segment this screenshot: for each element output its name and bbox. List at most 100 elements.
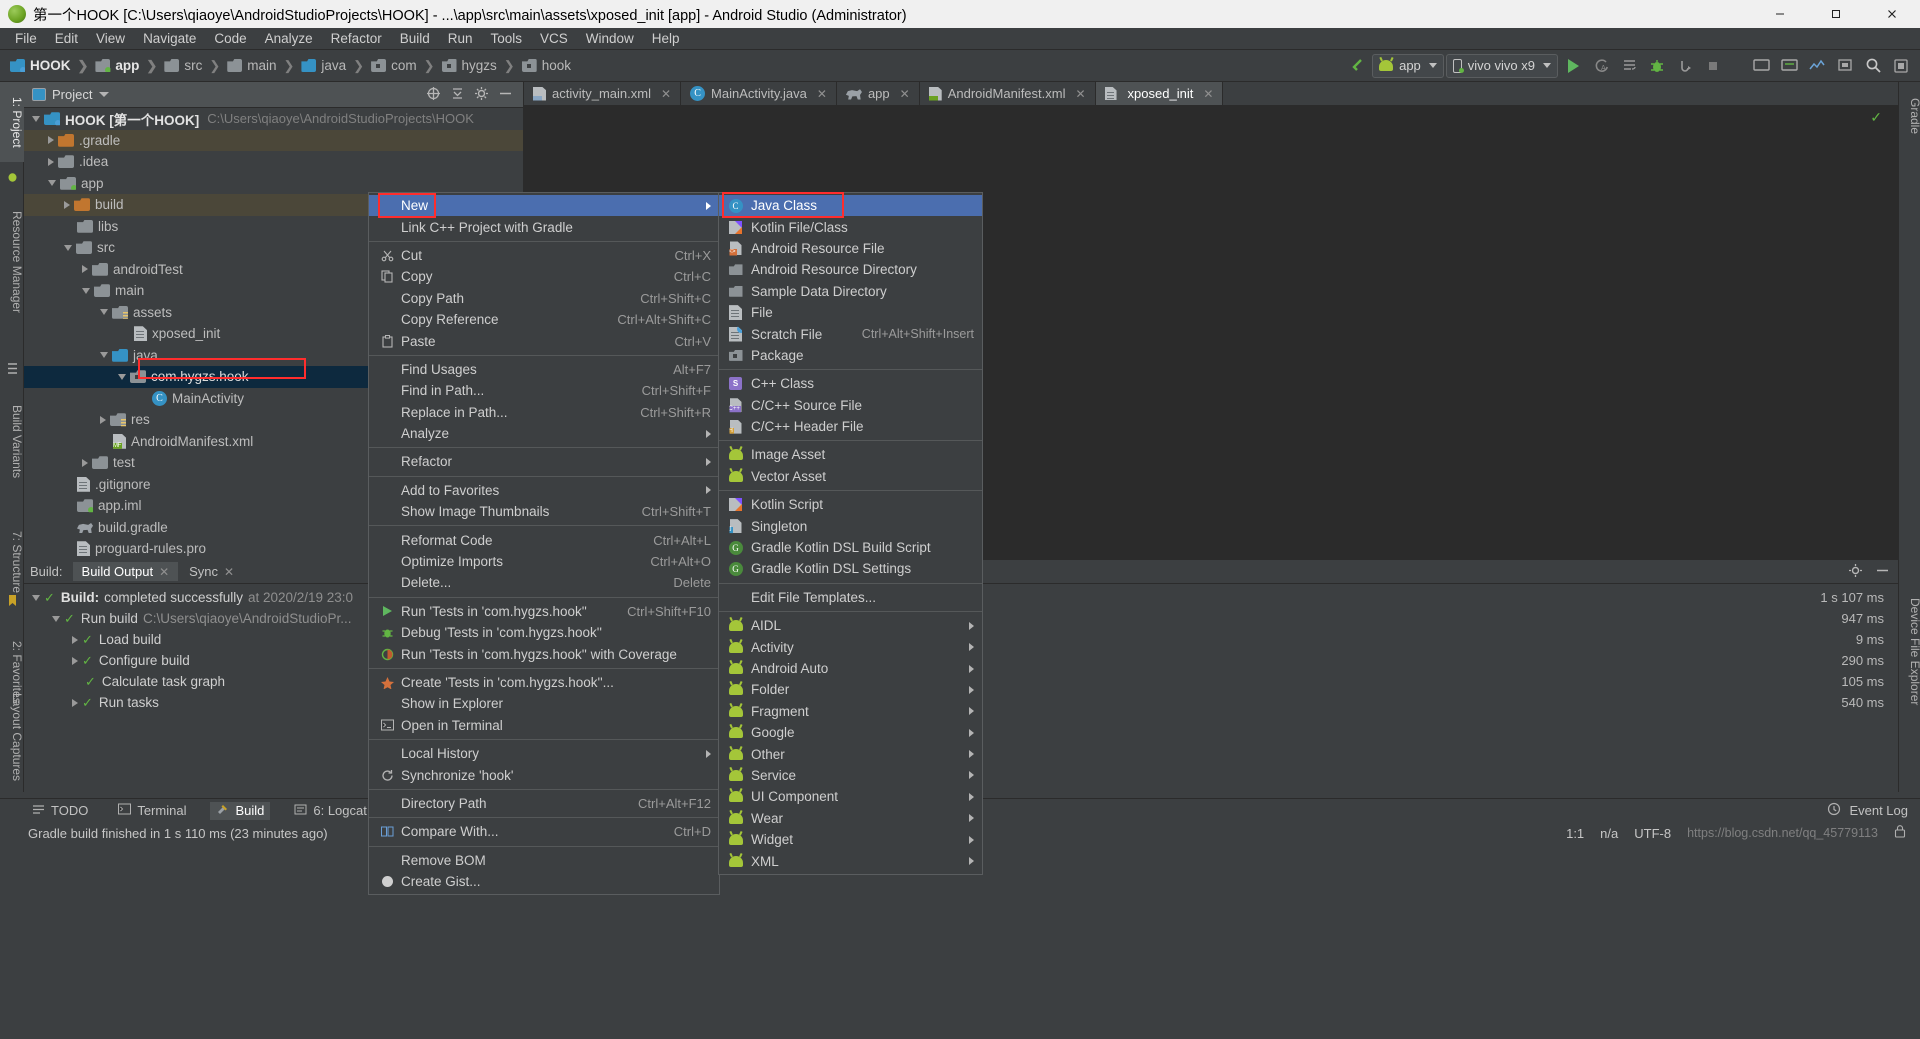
submenu-item-cpp-source-file[interactable]: C++ C/C++ Source File: [719, 395, 982, 416]
submenu-item-ui-component[interactable]: UI Component: [719, 786, 982, 807]
menu-run[interactable]: Run: [439, 29, 482, 48]
menu-item-local-history[interactable]: Local History: [369, 743, 719, 764]
inspection-status-icon[interactable]: ✓: [1870, 109, 1882, 126]
submenu-item-kotlin-script[interactable]: Kotlin Script: [719, 494, 982, 515]
structure-tree-icon[interactable]: [6, 362, 19, 375]
chevron-right-icon[interactable]: [100, 415, 106, 424]
chevron-down-icon[interactable]: [99, 92, 110, 97]
apply-changes-button[interactable]: A: [1588, 53, 1614, 79]
settings-gear-icon[interactable]: [1848, 563, 1863, 581]
menu-item-copy-reference[interactable]: Copy Reference Ctrl+Alt+Shift+C: [369, 309, 719, 330]
menu-item-replace-in-path[interactable]: Replace in Path... Ctrl+Shift+R: [369, 402, 719, 423]
event-log-label[interactable]: Event Log: [1849, 803, 1908, 818]
menu-item-directory-path[interactable]: Directory Path Ctrl+Alt+F12: [369, 793, 719, 814]
submenu-item-scratch-file[interactable]: Scratch File Ctrl+Alt+Shift+Insert: [719, 323, 982, 344]
submenu-item-edit-file-templates[interactable]: Edit File Templates...: [719, 587, 982, 608]
sidebar-item-layout-captures[interactable]: Layout Captures: [0, 682, 24, 792]
submenu-item-android-resource-file[interactable]: <> Android Resource File: [719, 238, 982, 259]
tab-activity-main-xml[interactable]: activity_main.xml ✕: [524, 82, 682, 105]
close-icon[interactable]: ✕: [817, 87, 827, 101]
submenu-item-cpp-class[interactable]: S C++ Class: [719, 373, 982, 394]
menu-item-remove-bom[interactable]: Remove BOM: [369, 850, 719, 871]
breadcrumb-item-hygzs[interactable]: hygzs ❯: [441, 58, 522, 74]
submenu-item-folder[interactable]: Folder: [719, 679, 982, 700]
menu-item-cut[interactable]: Cut Ctrl+X: [369, 245, 719, 266]
breadcrumb-item-com[interactable]: com ❯: [371, 58, 441, 74]
close-icon[interactable]: ✕: [224, 565, 234, 579]
minimize-button[interactable]: [1752, 0, 1808, 28]
submenu-item-vector-asset[interactable]: Vector Asset: [719, 466, 982, 487]
menu-item-find-usages[interactable]: Find Usages Alt+F7: [369, 359, 719, 380]
submenu-item-java-class[interactable]: C Java Class: [719, 195, 982, 217]
menu-item-copy[interactable]: Copy Ctrl+C: [369, 266, 719, 287]
menu-item-show-in-explorer[interactable]: Show in Explorer: [369, 693, 719, 714]
submenu-item-google[interactable]: Google: [719, 722, 982, 743]
chevron-down-icon[interactable]: [32, 115, 40, 122]
scroll-from-source-icon[interactable]: [426, 86, 441, 104]
breadcrumb-item-hook-pkg[interactable]: hook: [521, 58, 571, 73]
tab-androidmanifest-xml[interactable]: AndroidManifest.xml ✕: [920, 82, 1096, 105]
caret-position[interactable]: 1:1: [1566, 826, 1584, 841]
menu-item-debug-tests[interactable]: Debug 'Tests in 'com.hygzs.hook'': [369, 622, 719, 643]
avd-manager-icon[interactable]: [1748, 53, 1774, 79]
menu-edit[interactable]: Edit: [46, 29, 87, 48]
device-selector[interactable]: vivo vivo x9: [1445, 53, 1558, 78]
layout-inspector-icon[interactable]: [1832, 53, 1858, 79]
menu-item-create-gist[interactable]: Create Gist...: [369, 871, 719, 892]
chevron-down-icon[interactable]: [32, 594, 40, 601]
maximize-button[interactable]: [1808, 0, 1864, 28]
breadcrumb-item-java[interactable]: java ❯: [301, 58, 371, 74]
menu-item-optimize-imports[interactable]: Optimize Imports Ctrl+Alt+O: [369, 551, 719, 572]
tree-row-gradle-dir[interactable]: .gradle: [24, 129, 523, 151]
submenu-item-aidl[interactable]: AIDL: [719, 615, 982, 636]
submenu-item-xml[interactable]: XML: [719, 850, 982, 871]
menu-tools[interactable]: Tools: [482, 29, 532, 48]
submenu-item-android-resource-directory[interactable]: Android Resource Directory: [719, 259, 982, 280]
bookmark-icon[interactable]: [6, 594, 19, 607]
bottom-tab-todo[interactable]: TODO: [26, 802, 94, 820]
chevron-down-icon[interactable]: [52, 615, 60, 622]
submenu-item-other[interactable]: Other: [719, 743, 982, 764]
close-icon[interactable]: ✕: [1203, 87, 1213, 101]
menu-item-refactor[interactable]: Refactor: [369, 451, 719, 472]
menu-code[interactable]: Code: [205, 29, 255, 48]
submenu-item-image-asset[interactable]: Image Asset: [719, 444, 982, 465]
menu-item-add-to-favorites[interactable]: Add to Favorites: [369, 480, 719, 501]
sync-project-icon[interactable]: [1344, 53, 1370, 79]
android-view-icon[interactable]: [6, 170, 19, 183]
menu-item-link-cpp-project[interactable]: Link C++ Project with Gradle: [369, 216, 719, 237]
settings-gear-icon[interactable]: [474, 86, 489, 104]
menu-item-show-image-thumbnails[interactable]: Show Image Thumbnails Ctrl+Shift+T: [369, 501, 719, 522]
chevron-down-icon[interactable]: [64, 244, 72, 251]
submenu-item-widget[interactable]: Widget: [719, 829, 982, 850]
submenu-item-singleton[interactable]: J Singleton: [719, 515, 982, 536]
menu-file[interactable]: File: [6, 29, 46, 48]
debug-attach-button[interactable]: [1672, 53, 1698, 79]
sidebar-item-resource-manager[interactable]: Resource Manager: [0, 192, 24, 332]
chevron-down-icon[interactable]: [82, 287, 90, 294]
apply-code-changes-button[interactable]: [1616, 53, 1642, 79]
menu-item-synchronize-hook[interactable]: Synchronize 'hook': [369, 764, 719, 785]
stop-button[interactable]: [1700, 53, 1726, 79]
tab-mainactivity-java[interactable]: C MainActivity.java ✕: [681, 82, 837, 105]
run-button[interactable]: [1560, 53, 1586, 79]
sdk-manager-icon[interactable]: [1776, 53, 1802, 79]
chevron-right-icon[interactable]: [72, 698, 78, 707]
sidebar-item-build-variants[interactable]: Build Variants: [0, 382, 24, 502]
menu-item-find-in-path[interactable]: Find in Path... Ctrl+Shift+F: [369, 380, 719, 401]
menu-item-copy-path[interactable]: Copy Path Ctrl+Shift+C: [369, 288, 719, 309]
debug-button[interactable]: [1644, 53, 1670, 79]
lock-icon[interactable]: [1894, 825, 1906, 841]
chevron-right-icon[interactable]: [48, 136, 54, 145]
menu-item-analyze[interactable]: Analyze: [369, 423, 719, 444]
chevron-right-icon[interactable]: [64, 200, 70, 209]
submenu-item-android-auto[interactable]: Android Auto: [719, 658, 982, 679]
bottom-tab-terminal[interactable]: Terminal: [112, 802, 192, 819]
breadcrumb-item-src[interactable]: src ❯: [164, 58, 227, 74]
bottom-tab-build[interactable]: Build: [210, 801, 271, 820]
sidebar-item-device-file-explorer[interactable]: Device File Explorer: [1898, 572, 1920, 732]
submenu-item-package[interactable]: Package: [719, 345, 982, 366]
tab-xposed-init[interactable]: xposed_init ✕: [1095, 82, 1224, 105]
tab-sync[interactable]: Sync ✕: [180, 562, 243, 581]
close-icon[interactable]: ✕: [900, 87, 910, 101]
